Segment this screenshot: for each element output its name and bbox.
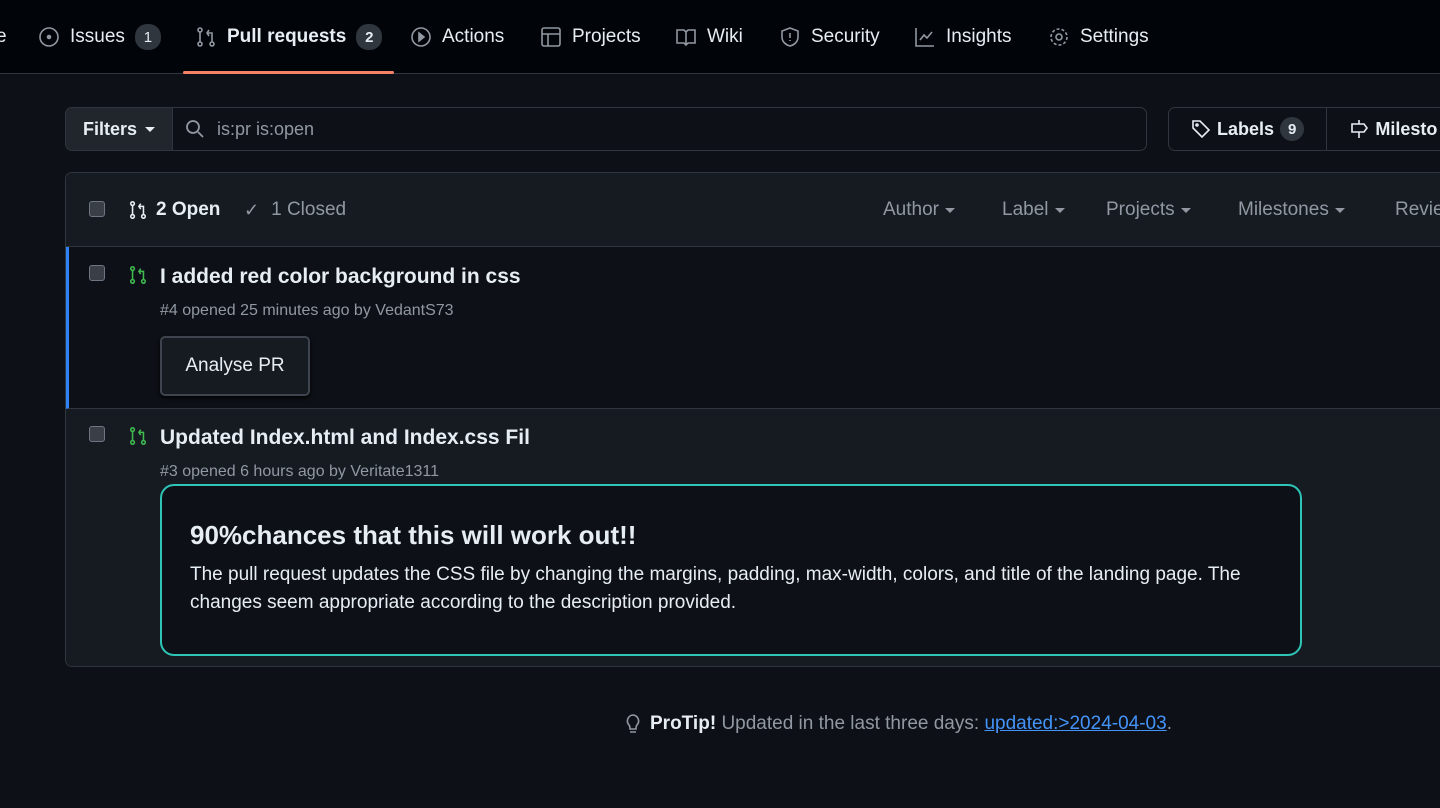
pull-request-icon [197,27,215,47]
pull-request-open-icon [129,427,147,445]
filters-button[interactable]: Filters [66,108,173,150]
repo-nav: e Issues 1 Pull requests 2 Actions Project… [0,0,1440,74]
analysis-result: 90%chances that this will work out!! The… [160,484,1302,656]
tab-actions[interactable]: Actions [410,0,504,74]
closed-filter[interactable]: ✓ 1 Closed [244,173,346,247]
labels-button[interactable]: Labels 9 [1169,108,1328,150]
open-filter[interactable]: 2 Open [128,173,220,247]
row-checkbox[interactable] [89,426,105,442]
pr-list-header: 2 Open ✓ 1 Closed Author Label Projects M… [66,173,1440,247]
tab-settings[interactable]: Settings [1048,0,1149,74]
filter-bar: Filters is:pr is:open [65,107,1147,151]
issues-count: 1 [134,24,161,50]
tab-projects[interactable]: Projects [540,0,641,74]
protip-link[interactable]: updated:>2024-04-03 [984,713,1166,734]
caret-down-icon [1180,207,1191,213]
graph-icon [915,28,934,47]
lightbulb-icon [626,714,640,733]
caret-down-icon [944,207,955,213]
label-dropdown[interactable]: Label [1002,173,1065,247]
pr-title-link[interactable]: Updated Index.html and Index.css Fil [160,426,530,450]
pr-meta: #3 opened 6 hours ago by Veritate1311 [160,463,440,480]
table-icon [541,27,561,47]
labels-milestones: Labels 9 Milesto [1168,107,1440,151]
caret-down-icon [1334,207,1345,213]
pr-list: 2 Open ✓ 1 Closed Author Label Projects M… [65,172,1440,667]
reviews-dropdown[interactable]: Revie [1395,173,1440,247]
author-dropdown[interactable]: Author [883,173,955,247]
pr-count: 2 [356,24,383,50]
caret-down-icon [1054,207,1065,213]
search-input[interactable]: is:pr is:open [173,108,1146,150]
analysis-body: The pull request updates the CSS file by… [190,564,1241,613]
pr-row: Updated Index.html and Index.css Fil #3 … [66,409,1440,666]
tab-insights[interactable]: Insights [914,0,1011,74]
tab-code[interactable]: e [0,0,7,74]
milestones-button[interactable]: Milesto [1327,108,1440,150]
tab-security[interactable]: Security [779,0,880,74]
protip: ProTip! Updated in the last three days: … [624,713,1172,735]
analysis-heading: 90%chances that this will work out!! [190,520,637,550]
check-icon: ✓ [244,199,260,220]
pr-title-link[interactable]: I added red color background in css [160,265,521,289]
pr-meta: #4 opened 25 minutes ago by VedantS73 [160,302,454,319]
row-checkbox[interactable] [89,265,105,281]
caret-down-icon [145,126,156,132]
shield-icon [781,27,799,47]
tab-issues[interactable]: Issues 1 [38,0,161,74]
tab-wiki[interactable]: Wiki [675,0,743,74]
pull-request-open-icon [129,266,147,284]
gear-icon [1050,28,1068,46]
select-all-checkbox[interactable] [89,201,105,217]
issue-icon [39,27,59,47]
pull-request-icon [129,201,147,219]
play-icon [411,27,431,47]
tab-pull-requests[interactable]: Pull requests 2 [182,0,395,74]
search-icon [186,120,204,138]
milestones-dropdown[interactable]: Milestones [1238,173,1345,247]
pr-row: I added red color background in css #4 o… [66,247,1440,409]
book-icon [676,29,696,47]
projects-dropdown[interactable]: Projects [1106,173,1191,247]
tag-icon [1192,120,1211,139]
analyse-pr-button[interactable]: Analyse PR [160,336,310,396]
milestone-icon [1351,120,1369,138]
